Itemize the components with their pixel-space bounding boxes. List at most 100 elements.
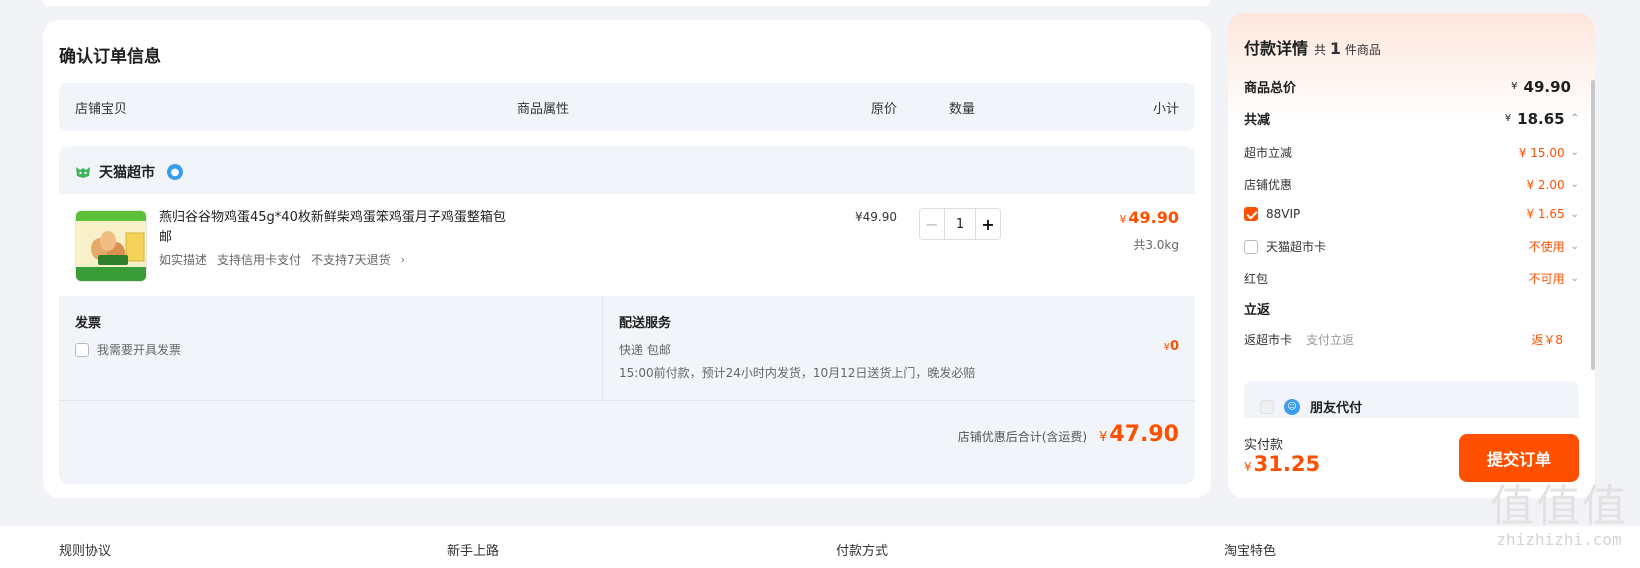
chevron-down-icon[interactable]: ⌄ [1571, 147, 1579, 158]
header-item: 店铺宝贝 [75, 102, 128, 117]
product-thumbnail[interactable] [75, 210, 147, 282]
header-attrs: 商品属性 [517, 102, 570, 117]
quantity-stepper: − 1 + [919, 208, 1001, 240]
friend-pay-checkbox[interactable] [1260, 399, 1274, 414]
increment-button[interactable]: + [975, 209, 1000, 239]
invoice-section: 发票 我需要开具发票 [75, 312, 181, 358]
payment-scrollbar[interactable] [1591, 80, 1595, 370]
row-label: 共减 [1244, 113, 1271, 128]
friend-pay-label: 朋友代付 [1310, 401, 1363, 416]
divider [602, 296, 603, 400]
payment-header-gradient [1228, 13, 1595, 123]
row-red-packet[interactable]: 红包 不可用 ⌄ [1244, 270, 1579, 287]
payment-card: 付款详情 共 1 件商品 商品总价 ¥49.90 共减 ¥18.65 ⌃ 超市立减… [1228, 13, 1595, 498]
chevron-down-icon[interactable]: ⌄ [1571, 273, 1579, 284]
delivery-detail: 15:00前付款，预计24小时内发货，10月12日送货上门，晚发必赔 [619, 366, 976, 380]
count-suffix: 件商品 [1344, 43, 1381, 57]
submit-order-button[interactable]: 提交订单 [1459, 434, 1579, 482]
page-footer: 规则协议 新手上路 付款方式 淘宝特色 [0, 526, 1640, 568]
shop-name[interactable]: 天猫超市 [99, 162, 155, 182]
currency-symbol: ¥ [1504, 113, 1512, 124]
invoice-checkbox[interactable] [75, 342, 89, 357]
rebate-value: 返￥8 [1531, 333, 1563, 347]
rebate-link[interactable]: 支付立返 [1306, 331, 1354, 348]
decrement-button[interactable]: − [920, 209, 945, 239]
invoice-title: 发票 [75, 316, 102, 331]
shop-total-value: 47.90 [1109, 422, 1179, 447]
egg-box-image [76, 211, 146, 281]
header-price: 原价 [871, 102, 898, 117]
row-label: 店铺优惠 [1244, 178, 1293, 192]
actual-pay-amount: ¥31.25 [1244, 452, 1320, 476]
footer-link-payment[interactable]: 付款方式 [836, 540, 888, 559]
item-weight: 共3.0kg [1133, 238, 1179, 252]
count-value: 1 [1329, 39, 1341, 58]
previous-card-edge [43, 0, 1211, 6]
shop-total: 店铺优惠后合计(含运费) ¥47.90 [958, 422, 1179, 447]
row-total-price: 商品总价 ¥49.90 [1244, 77, 1579, 97]
row-supermarket-discount[interactable]: 超市立减 ¥ 15.00 ⌄ [1244, 144, 1579, 161]
header-qty: 数量 [949, 102, 976, 117]
chevron-up-icon[interactable]: ⌃ [1571, 113, 1579, 124]
vip-checkbox[interactable] [1244, 207, 1258, 221]
item-subtotal: ¥49.90 [1119, 208, 1179, 227]
quantity-value[interactable]: 1 [945, 209, 975, 239]
row-label: 返超市卡 [1244, 333, 1293, 347]
order-title: 确认订单信息 [59, 47, 161, 67]
footer-link-newbie[interactable]: 新手上路 [447, 540, 499, 559]
footer-link-rules[interactable]: 规则协议 [59, 540, 111, 559]
chevron-right-icon[interactable]: › [401, 253, 405, 266]
total-price-value: 49.90 [1523, 77, 1571, 96]
site-watermark: 值值值 zhizhizhi.com [1490, 481, 1628, 550]
row-label: 红包 [1244, 272, 1269, 286]
delivery-section: 配送服务 快递 包邮 15:00前付款，预计24小时内发货，10月12日送货上门… [619, 312, 975, 381]
chevron-down-icon[interactable]: ⌄ [1571, 209, 1579, 220]
row-88vip[interactable]: 88VIP ¥ 1.65 ⌄ [1244, 207, 1579, 221]
delivery-method: 快递 包邮 [619, 343, 671, 357]
row-label: 88VIP [1266, 207, 1301, 221]
invoice-option[interactable]: 我需要开具发票 [75, 341, 181, 358]
footer-link-features[interactable]: 淘宝特色 [1224, 540, 1276, 559]
invoice-option-label: 我需要开具发票 [97, 343, 182, 357]
delivery-title: 配送服务 [619, 316, 672, 331]
chevron-down-icon[interactable]: ⌄ [1571, 179, 1579, 190]
row-label: 天猫超市卡 [1266, 240, 1327, 254]
tmall-card-checkbox[interactable] [1244, 239, 1258, 254]
chevron-down-icon[interactable]: ⌄ [1571, 241, 1579, 252]
tag-credit-card: 支持信用卡支付 [217, 253, 302, 267]
order-confirm-card: 确认订单信息 店铺宝贝 商品属性 原价 数量 小计 天猫超市 ● 燕归谷谷物鸡蛋… [43, 20, 1211, 498]
tag-as-described: 如实描述 [159, 253, 208, 267]
divider [59, 400, 1195, 401]
watermark-glyph: 值值值 [1490, 481, 1628, 532]
tmall-cat-icon [76, 167, 90, 178]
payment-title: 付款详情 [1244, 39, 1309, 58]
shop-total-amount: ¥47.90 [1099, 422, 1179, 447]
row-label: 超市立减 [1244, 146, 1293, 160]
product-tags: 如实描述 支持信用卡支付 不支持7天退货 › [159, 251, 405, 268]
item-subtotal-value: 49.90 [1128, 208, 1179, 227]
delivery-fee-value: 0 [1169, 339, 1179, 354]
currency-symbol: ¥ [1244, 460, 1252, 474]
actual-pay-label: 实付款 [1244, 438, 1284, 453]
supermarket-discount-value: ¥ 15.00 [1518, 145, 1565, 160]
shop-block: 天猫超市 ● 燕归谷谷物鸡蛋45g*40枚新鲜柴鸡蛋笨鸡蛋月子鸡蛋整箱包邮 如实… [59, 146, 1195, 484]
watermark-url: zhizhizhi.com [1496, 530, 1622, 549]
row-tmall-card[interactable]: 天猫超市卡 不使用 ⌄ [1244, 238, 1579, 255]
item-count: 共 1 件商品 [1314, 39, 1381, 58]
payment-header: 付款详情 共 1 件商品 [1244, 35, 1381, 59]
shop-header[interactable]: 天猫超市 ● [75, 162, 183, 182]
red-packet-value: 不可用 [1528, 272, 1565, 286]
tmall-card-value: 不使用 [1528, 240, 1565, 254]
product-title[interactable]: 燕归谷谷物鸡蛋45g*40枚新鲜柴鸡蛋笨鸡蛋月子鸡蛋整箱包邮 [159, 208, 509, 248]
row-total-reduce[interactable]: 共减 ¥18.65 ⌃ [1244, 109, 1579, 129]
row-shop-coupon[interactable]: 店铺优惠 ¥ 2.00 ⌄ [1244, 176, 1579, 193]
shop-total-label: 店铺优惠后合计(含运费) [957, 430, 1088, 444]
item-row: 燕归谷谷物鸡蛋45g*40枚新鲜柴鸡蛋笨鸡蛋月子鸡蛋整箱包邮 如实描述 支持信用… [59, 194, 1195, 296]
currency-symbol: ¥ [1099, 430, 1108, 445]
currency-symbol: ¥ [1511, 81, 1518, 92]
tag-no-return[interactable]: 不支持7天退货 [311, 251, 391, 268]
delivery-fee: ¥0 [1164, 339, 1179, 354]
item-original-price: ¥49.90 [855, 210, 897, 224]
shop-coupon-value: ¥ 2.00 [1526, 177, 1565, 192]
vip-value: ¥ 1.65 [1526, 207, 1565, 221]
